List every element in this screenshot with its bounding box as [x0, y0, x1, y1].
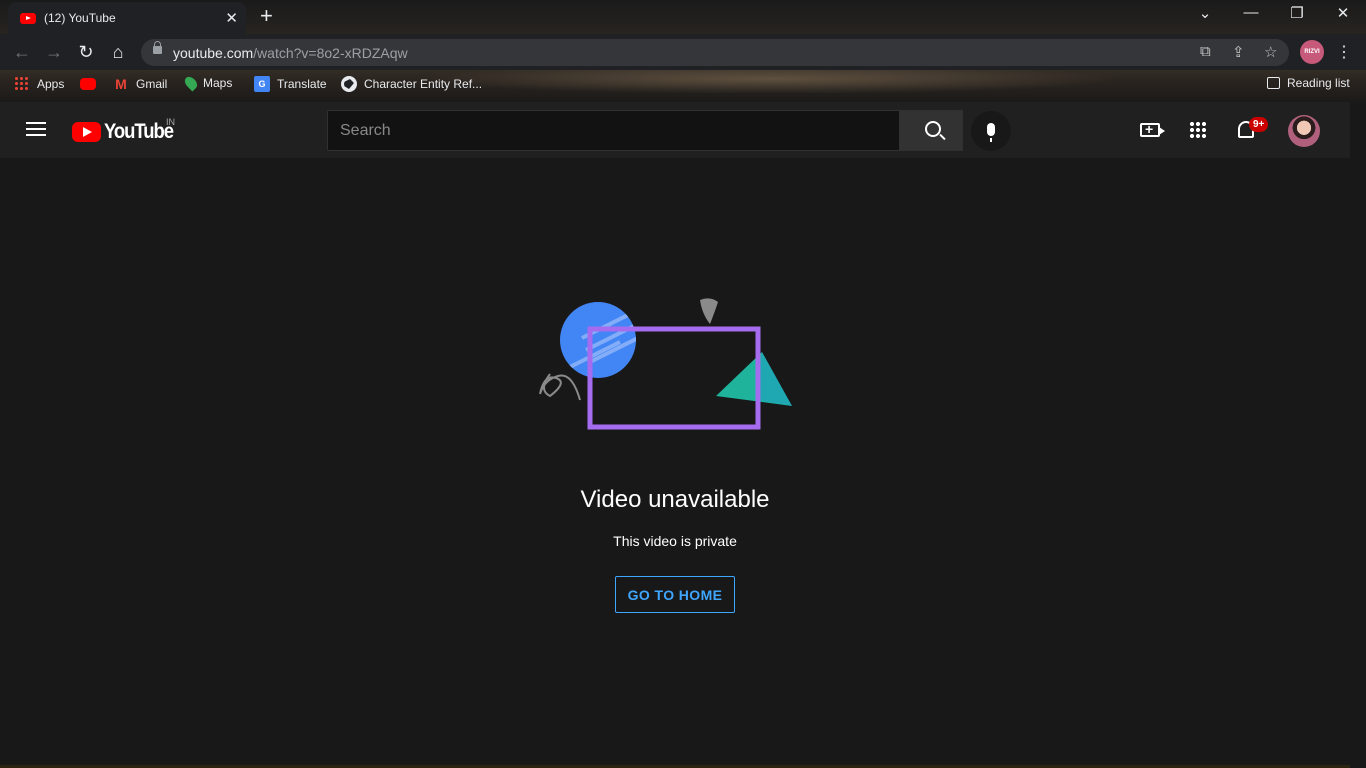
tab-close-icon[interactable]: ✕ [225, 9, 238, 27]
youtube-logo-text: YouTube [104, 120, 174, 143]
new-tab-button[interactable]: + [260, 5, 273, 27]
translate-icon: G [254, 76, 270, 92]
reading-list-label: Reading list [1287, 76, 1350, 90]
bookmark-label: Apps [37, 77, 65, 91]
bookmark-apps[interactable]: Apps [14, 76, 64, 92]
menu-hamburger-icon[interactable] [26, 122, 46, 136]
bookmark-label: Maps [203, 76, 233, 90]
open-in-app-icon[interactable]: ⧉ [1200, 43, 1211, 60]
apps-grid-icon [14, 76, 30, 92]
lock-icon[interactable] [153, 41, 162, 54]
apps-icon[interactable] [1189, 121, 1207, 139]
page-scrollbar[interactable] [1350, 102, 1366, 768]
bookmarks-bar: Apps M Gmail Maps G Translate Character … [0, 70, 1366, 98]
reading-list-icon [1267, 77, 1280, 89]
voice-search-button[interactable] [971, 111, 1011, 151]
bookmark-gmail[interactable]: M Gmail [113, 76, 167, 92]
leaf-shape [700, 298, 718, 324]
bookmark-label: Character Entity Ref... [364, 77, 483, 91]
tab-title: (12) YouTube [44, 11, 116, 25]
page-subtitle: This video is private [613, 533, 737, 549]
reading-list-button[interactable]: Reading list [1267, 76, 1350, 90]
youtube-favicon-icon [20, 12, 36, 24]
restore-button[interactable]: ❐ [1282, 4, 1312, 22]
search-button[interactable] [899, 110, 963, 151]
youtube-icon [80, 78, 96, 90]
youtube-logo[interactable]: YouTube IN [72, 117, 182, 144]
account-avatar[interactable] [1288, 115, 1320, 147]
bookmark-label: Translate [277, 77, 327, 91]
youtube-play-icon [72, 122, 101, 142]
youtube-header: YouTube IN Search [0, 102, 1350, 158]
close-window-button[interactable]: ✕ [1328, 4, 1358, 22]
forward-icon[interactable]: → [42, 42, 66, 62]
tab-search-icon[interactable]: ⌄ [1190, 4, 1220, 22]
gmail-icon: M [115, 76, 127, 92]
bookmark-label: Gmail [136, 77, 168, 91]
share-icon[interactable]: ⇪ [1232, 43, 1245, 61]
browser-tab[interactable]: (12) YouTube ✕ [8, 2, 246, 34]
maps-icon [182, 74, 200, 92]
create-video-icon[interactable] [1140, 121, 1165, 137]
page-title: Video unavailable [580, 486, 770, 513]
bookmark-translate[interactable]: G Translate [254, 76, 327, 92]
search-icon [924, 121, 941, 137]
globe-icon [341, 76, 357, 92]
bookmark-maps[interactable]: Maps [182, 74, 233, 92]
country-code: IN [166, 117, 175, 127]
go-to-home-button[interactable]: GO TO HOME [615, 576, 735, 613]
unavailable-illustration [539, 298, 792, 430]
url-host: youtube.com [173, 44, 254, 61]
bookmark-youtube[interactable] [80, 76, 96, 90]
browser-menu-icon[interactable]: ⋮ [1336, 42, 1352, 62]
browser-profile-avatar[interactable]: RIZVI [1300, 40, 1324, 64]
notification-badge: 9+ [1249, 117, 1269, 132]
microphone-icon [987, 122, 995, 142]
squiggle-shape [539, 373, 581, 401]
search-input[interactable]: Search [327, 110, 900, 151]
bookmark-star-icon[interactable]: ☆ [1264, 43, 1277, 61]
reload-icon[interactable]: ↻ [74, 42, 98, 62]
back-icon[interactable]: ← [10, 42, 34, 62]
address-bar[interactable]: youtube.com/watch?v=8o2-xRDZAqw ⧉ ⇪ ☆ [141, 39, 1289, 66]
minimize-button[interactable]: — [1236, 4, 1266, 21]
bookmark-character-entity[interactable]: Character Entity Ref... [341, 76, 482, 92]
main-content [0, 158, 1350, 768]
url-path: /watch?v=8o2-xRDZAqw [253, 44, 408, 61]
home-icon[interactable]: ⌂ [106, 42, 130, 62]
